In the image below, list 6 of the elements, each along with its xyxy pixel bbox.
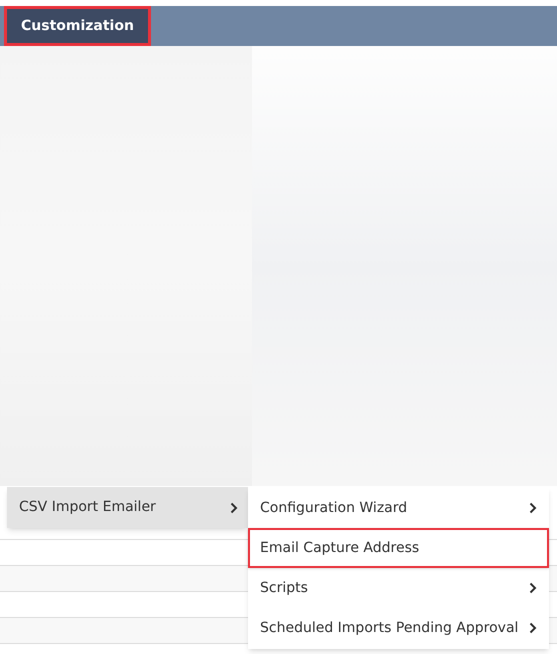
menu-item[interactable]: Email Capture Address (248, 528, 549, 568)
menu-tab[interactable]: Customization (4, 6, 151, 46)
menu-item[interactable]: Configuration Wizard (248, 488, 549, 528)
menu-item[interactable]: Scripts (248, 568, 549, 608)
menu-item[interactable]: CSV Import Emailer (7, 487, 248, 528)
menu-item[interactable]: Scheduled Imports Pending Approval (248, 608, 549, 648)
